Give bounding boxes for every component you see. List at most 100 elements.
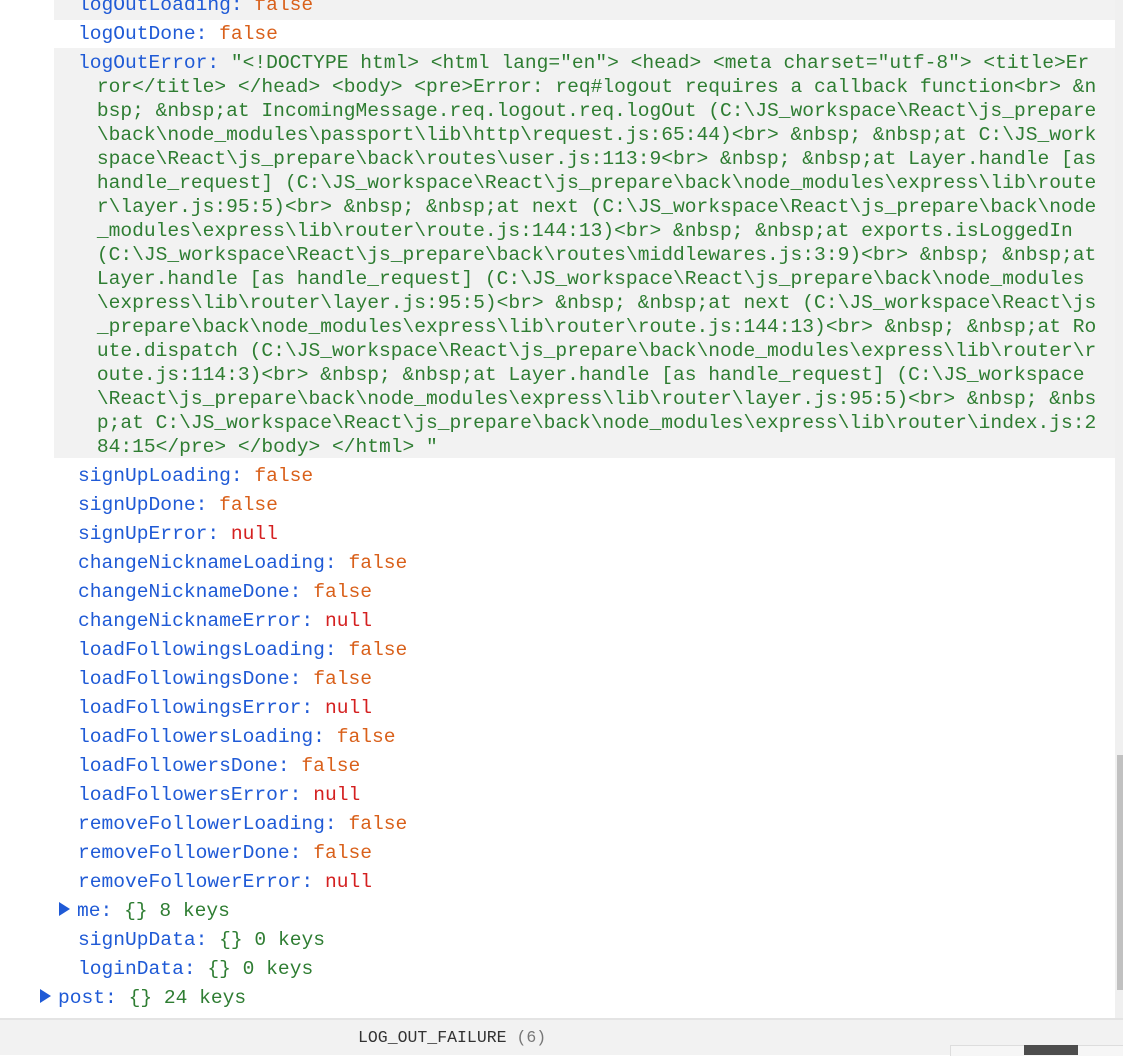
slider-handle[interactable] <box>1024 1045 1078 1055</box>
value: false <box>336 726 396 748</box>
tree-row-changeNicknameDone[interactable]: changeNicknameDone: false <box>54 578 1115 607</box>
tree-row-loginData[interactable]: loginData: {} 0 keys <box>54 955 1115 984</box>
error-string-value: "<!DOCTYPE html> <html lang="en"> <head>… <box>96 52 1097 458</box>
colon: : <box>301 871 325 893</box>
key: removeFollowerLoading <box>78 813 325 835</box>
key-count: 24 keys <box>163 987 247 1009</box>
value: false <box>313 581 372 603</box>
colon: : <box>230 465 255 487</box>
tree-row-signUpDone[interactable]: signUpDone: false <box>54 491 1115 520</box>
expand-triangle-icon[interactable] <box>40 988 51 1003</box>
tree-row-removeFollowerLoading[interactable]: removeFollowerLoading: false <box>54 810 1115 839</box>
tree-row-logOutDone[interactable]: logOutDone: false <box>54 20 1115 49</box>
colon: : <box>105 987 129 1009</box>
tree-row-logOutError[interactable]: logOutError: "<!DOCTYPE html> <html lang… <box>54 48 1115 458</box>
value: null <box>324 610 372 632</box>
tree-row-loadFollowersLoading[interactable]: loadFollowersLoading: false <box>54 723 1115 752</box>
braces: {} <box>128 987 153 1009</box>
braces: {} <box>207 958 231 980</box>
value: false <box>348 813 408 835</box>
selected-action[interactable]: LOG_OUT_FAILURE (6) <box>358 1028 546 1047</box>
colon: : <box>301 697 325 719</box>
tree-row-logOutLoading[interactable]: logOutLoading: false <box>54 0 1115 20</box>
value: false <box>301 755 361 777</box>
value: false <box>313 668 372 690</box>
colon: : <box>289 668 314 690</box>
tree-row-signUpLoading[interactable]: signUpLoading: false <box>54 462 1115 491</box>
tree-row-changeNicknameLoading[interactable]: changeNicknameLoading: false <box>54 549 1115 578</box>
key: loadFollowingsError <box>78 697 302 719</box>
key: signUpData <box>78 929 196 951</box>
key-count: 8 keys <box>159 900 230 922</box>
key-count: 0 keys <box>242 958 314 980</box>
value: false <box>313 842 372 864</box>
colon: : <box>183 958 208 980</box>
tree-row-removeFollowerError[interactable]: removeFollowerError: null <box>54 868 1115 897</box>
tree-row-loadFollowingsLoading[interactable]: loadFollowingsLoading: false <box>54 636 1115 665</box>
colon: : <box>100 900 125 922</box>
key-count: 0 keys <box>254 929 325 951</box>
value: false <box>254 465 314 487</box>
value: null <box>324 697 372 719</box>
key: signUpDone <box>78 494 196 516</box>
colon: : <box>195 929 220 951</box>
key: me <box>77 900 101 922</box>
value: false <box>219 494 278 516</box>
colon: : <box>289 842 314 864</box>
colon: : <box>324 813 349 835</box>
key: loadFollowersLoading <box>78 726 314 748</box>
key: loginData <box>78 958 184 980</box>
scrollbar-thumb[interactable] <box>1117 755 1123 990</box>
tree-row-loadFollowersDone[interactable]: loadFollowersDone: false <box>54 752 1115 781</box>
expand-triangle-icon[interactable] <box>59 901 70 916</box>
colon: : <box>207 523 231 545</box>
colon: : <box>324 639 349 661</box>
key: removeFollowerError <box>78 871 302 893</box>
key: loadFollowingsDone <box>78 668 290 690</box>
colon: : <box>289 784 314 806</box>
key: post <box>58 987 106 1009</box>
tree-row-changeNicknameError[interactable]: changeNicknameError: null <box>54 607 1115 636</box>
tree-row-loadFollowersError[interactable]: loadFollowersError: null <box>54 781 1115 810</box>
colon: : <box>195 494 220 516</box>
colon: : <box>277 755 302 777</box>
value: false <box>254 0 314 16</box>
value: null <box>324 871 372 893</box>
value: null <box>230 523 278 545</box>
key: changeNicknameLoading <box>78 552 325 574</box>
tree-row-post[interactable]: post: {} 24 keys <box>40 984 1115 1013</box>
key: removeFollowerDone <box>78 842 290 864</box>
colon: : <box>289 581 314 603</box>
tree-row-loadFollowingsDone[interactable]: loadFollowingsDone: false <box>54 665 1115 694</box>
key: signUpError <box>78 523 208 545</box>
action-bar: LOG_OUT_FAILURE (6) <box>0 1018 1123 1056</box>
tree-row-signUpError[interactable]: signUpError: null <box>54 520 1115 549</box>
tree-row-loadFollowingsError[interactable]: loadFollowingsError: null <box>54 694 1115 723</box>
braces: {} <box>219 929 243 951</box>
key: logOutError <box>78 52 208 74</box>
key: loadFollowersError <box>78 784 290 806</box>
error-text: logOutError: "<!DOCTYPE html> <html lang… <box>78 51 1096 459</box>
tree-row-removeFollowerDone[interactable]: removeFollowerDone: false <box>54 839 1115 868</box>
colon: : <box>313 726 337 748</box>
value: false <box>348 639 408 661</box>
key: loadFollowersDone <box>78 755 278 777</box>
key: changeNicknameError <box>78 610 302 632</box>
state-tree: logOutLoading: false logOutDone: false l… <box>0 0 1115 1018</box>
braces: {} <box>124 900 148 922</box>
colon: : <box>195 23 220 45</box>
action-count: (6) <box>516 1028 547 1047</box>
key: changeNicknameDone <box>78 581 290 603</box>
tree-row-signUpData[interactable]: signUpData: {} 0 keys <box>54 926 1115 955</box>
value: false <box>348 552 408 574</box>
key: signUpLoading <box>78 465 231 487</box>
colon: : <box>207 52 231 74</box>
tree-row-me[interactable]: me: {} 8 keys <box>54 897 1115 926</box>
key: logOutLoading <box>78 0 231 16</box>
value: null <box>313 784 361 806</box>
colon: : <box>301 610 325 632</box>
colon: : <box>230 0 255 16</box>
colon: : <box>324 552 349 574</box>
action-name: LOG_OUT_FAILURE <box>358 1028 507 1047</box>
value: false <box>219 23 278 45</box>
